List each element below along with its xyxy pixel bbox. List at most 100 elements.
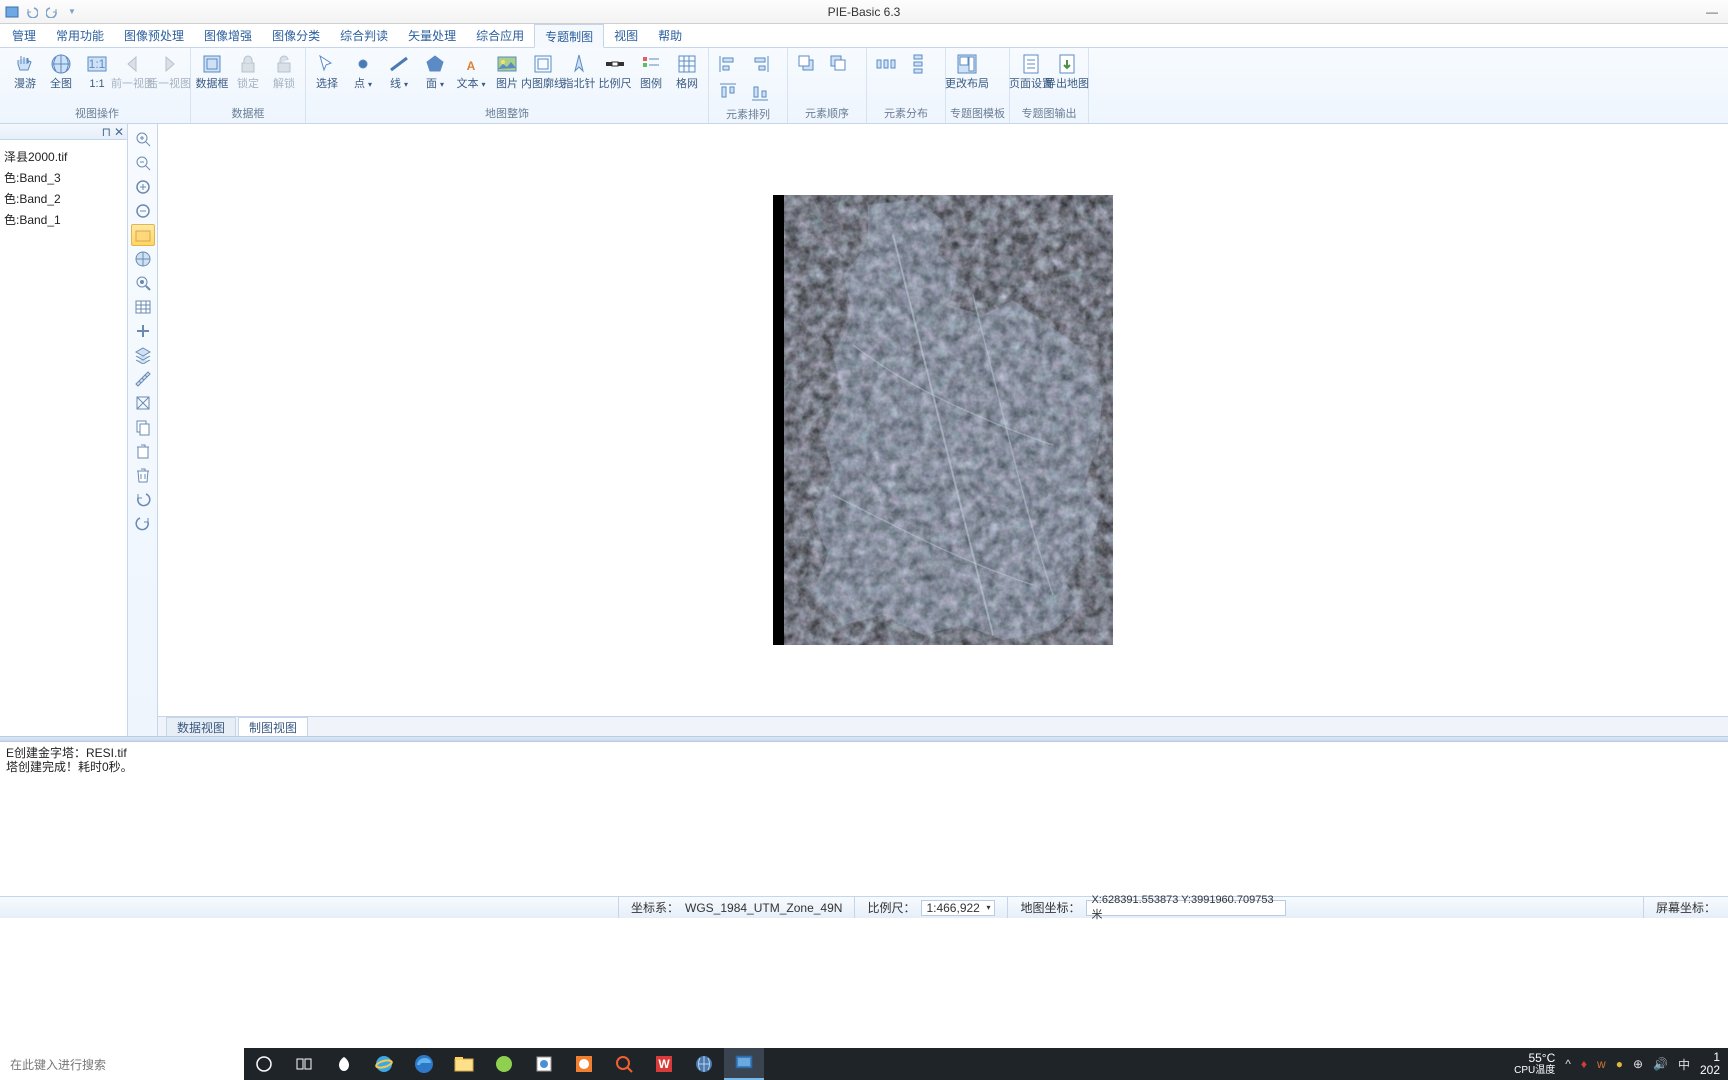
ribbon-btn-line[interactable]: 线 ▾ [382, 50, 416, 90]
ribbon-btn-distV[interactable] [903, 50, 933, 76]
task-ie[interactable] [364, 1048, 404, 1080]
menu-tab-6[interactable]: 矢量处理 [398, 24, 466, 47]
layer-item[interactable]: 色:Band_1 [4, 209, 123, 230]
tool-undo[interactable] [131, 488, 155, 510]
tool-zoom-in[interactable] [131, 176, 155, 198]
ribbon-btn-distH[interactable] [871, 50, 901, 76]
tray-ime[interactable]: 中 [1678, 1056, 1690, 1073]
layer-item[interactable]: 色:Band_3 [4, 167, 123, 188]
map-canvas[interactable] [158, 124, 1728, 716]
ribbon-btn-legend[interactable]: 图例 [634, 50, 668, 90]
undo-icon[interactable] [24, 4, 40, 20]
ribbon-btn-polygon[interactable]: 面 ▾ [418, 50, 452, 90]
task-cortana[interactable] [244, 1048, 284, 1080]
ribbon-btn-export[interactable]: 导出地图 [1050, 50, 1084, 90]
tool-zoom-out-fixed[interactable] [131, 152, 155, 174]
task-view[interactable] [284, 1048, 324, 1080]
ribbon-btn-alignT[interactable] [713, 78, 743, 104]
ribbon-btn-scalebar[interactable]: 比例尺 [598, 50, 632, 90]
tray-icon-4[interactable]: ⊕ [1633, 1057, 1643, 1071]
menu-tab-0[interactable]: 管理 [2, 24, 46, 47]
status-crs: 坐标系：WGS_1984_UTM_Zone_49N [618, 897, 854, 918]
menu-tab-7[interactable]: 综合应用 [466, 24, 534, 47]
ribbon-btn-back[interactable] [824, 50, 854, 76]
tool-clear[interactable] [131, 392, 155, 414]
tool-measure[interactable] [131, 368, 155, 390]
task-explorer[interactable] [444, 1048, 484, 1080]
task-wps[interactable]: W [644, 1048, 684, 1080]
ribbon-group-label: 元素排列 [713, 104, 783, 124]
ribbon-btn-north[interactable]: 指北针 [562, 50, 596, 90]
menu-tab-10[interactable]: 帮助 [648, 24, 692, 47]
tool-identify[interactable] [131, 272, 155, 294]
ribbon-btn-dataframe[interactable]: 数据框 [195, 50, 229, 90]
tool-table[interactable] [131, 296, 155, 318]
tray-chevron-icon[interactable]: ^ [1565, 1057, 1571, 1071]
workspace: ⊓ ✕ 泽县2000.tif色:Band_3色:Band_2色:Band_1 [0, 124, 1728, 736]
layer-list[interactable]: 泽县2000.tif色:Band_3色:Band_2色:Band_1 [0, 140, 127, 736]
task-globe[interactable] [684, 1048, 724, 1080]
tool-delete[interactable] [131, 440, 155, 462]
close-icon[interactable]: ✕ [114, 125, 124, 139]
menu-tab-8[interactable]: 专题制图 [534, 24, 604, 48]
tool-add[interactable] [131, 320, 155, 342]
ribbon-btn-front[interactable] [792, 50, 822, 76]
ribbon-btn-grid[interactable]: 格网 [670, 50, 704, 90]
menu-tab-3[interactable]: 图像增强 [194, 24, 262, 47]
menu-tab-9[interactable]: 视图 [604, 24, 648, 47]
ribbon-btn-hand[interactable]: 漫游 [8, 50, 42, 90]
tool-layer[interactable] [131, 344, 155, 366]
taskbar-search[interactable]: 在此键入进行搜索 [0, 1048, 244, 1080]
ribbon-btn-globe[interactable]: 全图 [44, 50, 78, 90]
ribbon-btn-arrow[interactable]: 选择 [310, 50, 344, 90]
tray-icon-1[interactable]: ♦ [1581, 1057, 1587, 1071]
tool-pan[interactable] [131, 224, 155, 246]
app-title: PIE-Basic 6.3 [828, 5, 901, 19]
ribbon-group-7: 页面设置导出地图专题图输出 [1010, 48, 1089, 123]
tool-redo[interactable] [131, 512, 155, 534]
tool-zoom-out[interactable] [131, 200, 155, 222]
tool-trash[interactable] [131, 464, 155, 486]
ribbon-btn-text[interactable]: A文本 ▾ [454, 50, 488, 90]
tab-layout-view[interactable]: 制图视图 [238, 717, 308, 736]
tray-icon-3[interactable]: ● [1616, 1057, 1623, 1071]
redo-icon[interactable] [44, 4, 60, 20]
task-edge[interactable] [404, 1048, 444, 1080]
menu-tab-1[interactable]: 常用功能 [46, 24, 114, 47]
layer-item[interactable]: 泽县2000.tif [4, 146, 123, 167]
ribbon-btn-neatline[interactable]: 内图廓线 [526, 50, 560, 90]
ribbon-btn-pagesetup[interactable]: 页面设置 [1014, 50, 1048, 90]
ribbon-btn-oneone[interactable]: 1:11:1 [80, 50, 114, 90]
pin-icon[interactable]: ⊓ [102, 125, 111, 139]
tab-data-view[interactable]: 数据视图 [166, 717, 236, 736]
ribbon-btn-layout[interactable]: 更改布局 [950, 50, 984, 90]
menu-tab-2[interactable]: 图像预处理 [114, 24, 194, 47]
task-app-3[interactable] [524, 1048, 564, 1080]
menu-tab-4[interactable]: 图像分类 [262, 24, 330, 47]
system-tray: 55°C CPU温度 ^ ♦ w ● ⊕ 🔊 中 1 202 [1506, 1048, 1728, 1080]
ribbon-btn-lock: 锁定 [231, 50, 265, 90]
tool-full-extent[interactable] [131, 248, 155, 270]
task-app-2[interactable] [484, 1048, 524, 1080]
minimize-button[interactable]: — [1706, 5, 1718, 19]
task-app-1[interactable] [324, 1048, 364, 1080]
menu-tab-5[interactable]: 综合判读 [330, 24, 398, 47]
task-current-app[interactable] [724, 1048, 764, 1080]
scale-input[interactable]: 1:466,922▾ [921, 900, 995, 916]
ribbon-btn-point[interactable]: 点 ▾ [346, 50, 380, 90]
task-app-5[interactable] [604, 1048, 644, 1080]
ribbon-btn-alignR[interactable] [745, 50, 775, 76]
task-app-4[interactable] [564, 1048, 604, 1080]
ribbon-btn-image[interactable]: 图片 [490, 50, 524, 90]
tray-icon-2[interactable]: w [1597, 1057, 1606, 1071]
qat-dropdown-icon[interactable]: ▼ [64, 4, 80, 20]
tray-clock[interactable]: 1 202 [1700, 1051, 1720, 1077]
layer-item[interactable]: 色:Band_2 [4, 188, 123, 209]
ribbon-btn-prev: 前一视图 [116, 50, 150, 90]
ribbon-btn-alignL[interactable] [713, 50, 743, 76]
tray-volume-icon[interactable]: 🔊 [1653, 1057, 1668, 1071]
layers-panel: ⊓ ✕ 泽县2000.tif色:Band_3色:Band_2色:Band_1 [0, 124, 128, 736]
ribbon-btn-alignB[interactable] [745, 78, 775, 104]
tool-zoom-in-fixed[interactable] [131, 128, 155, 150]
tool-copy[interactable] [131, 416, 155, 438]
